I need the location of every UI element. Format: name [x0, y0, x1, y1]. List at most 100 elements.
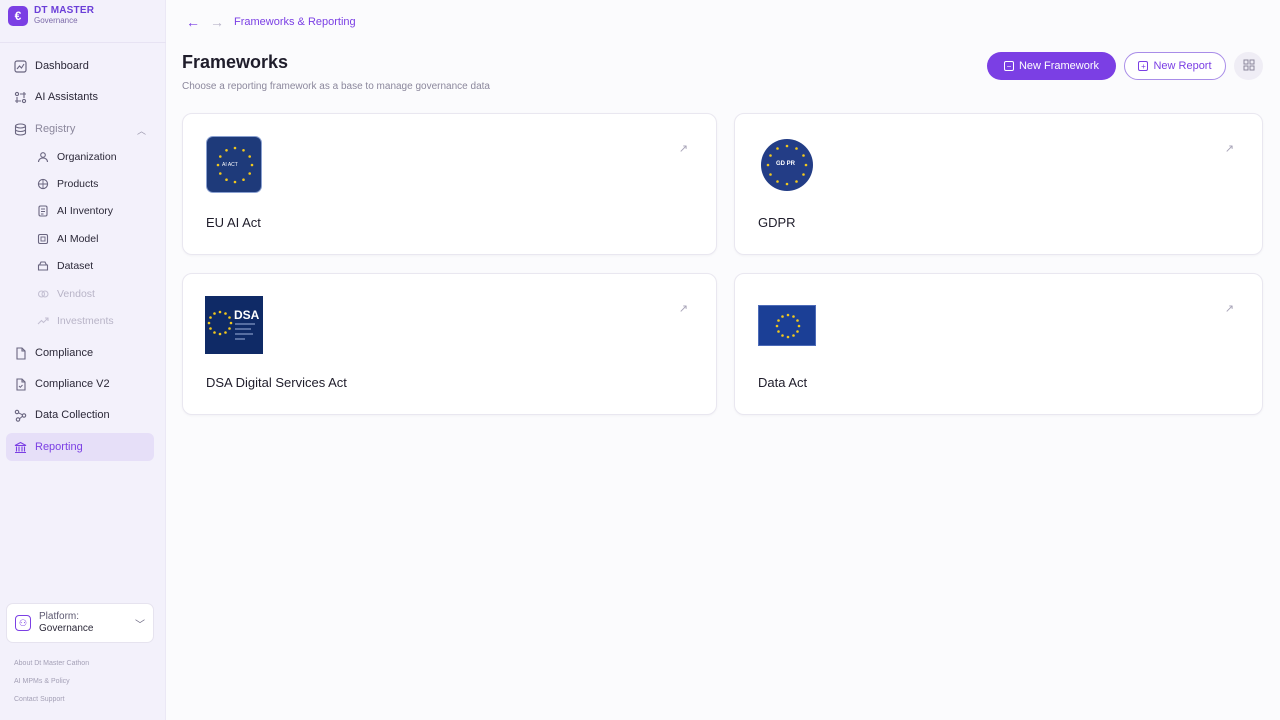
gdpr-logo: GD PR	[761, 139, 813, 191]
trend-icon	[36, 315, 49, 328]
framework-card-dsa[interactable]: DSA ↗ DSA Digital Services Act	[182, 273, 717, 415]
eu-star	[776, 147, 779, 150]
eu-star	[795, 180, 798, 183]
ai-assistants-icon	[14, 91, 27, 104]
eu-star	[225, 149, 228, 152]
back-arrow-icon[interactable]: ←	[186, 14, 200, 30]
eu-star	[776, 180, 779, 183]
sidebar-item-label: Data Collection	[35, 409, 110, 421]
grid-icon	[1243, 59, 1255, 74]
framework-card-eu-ai-act[interactable]: AI ACT ↗ EU AI Act	[182, 113, 717, 255]
box-icon	[36, 178, 49, 191]
eu-ai-act-logo: AI ACT	[206, 136, 262, 193]
brand-divider	[0, 42, 166, 43]
eu-star	[242, 149, 245, 152]
sidebar-item-ai-inventory[interactable]: AI Inventory	[30, 200, 154, 222]
footer-link-about[interactable]: About Dt Master Cathon	[14, 660, 89, 667]
eu-star	[792, 334, 795, 337]
data-act-logo	[758, 305, 816, 346]
chevron-up-icon[interactable]: ︿	[137, 124, 146, 137]
sidebar-item-investments[interactable]: Investments	[30, 310, 154, 332]
new-framework-label: New Framework	[1018, 60, 1100, 72]
eu-star	[219, 155, 222, 158]
sidebar-item-registry[interactable]: Registry ︿	[6, 115, 154, 143]
sidebar-item-vendost[interactable]: Vendost	[30, 283, 154, 305]
eu-star	[248, 172, 251, 175]
database-icon	[14, 122, 27, 136]
footer-link-support[interactable]: Contact Support	[14, 696, 65, 703]
sidebar-item-data-collection[interactable]: Data Collection	[6, 401, 154, 429]
eu-star	[797, 324, 801, 328]
sidebar-item-label: Dataset	[57, 260, 94, 272]
eu-star	[766, 163, 770, 167]
external-link-icon[interactable]: ↗	[1225, 142, 1234, 155]
eu-stars-icon	[775, 313, 801, 339]
forward-arrow-icon[interactable]: →	[210, 14, 224, 30]
eu-star	[802, 154, 805, 157]
brand-logo-icon: €	[8, 6, 28, 26]
eu-star	[796, 330, 799, 333]
eu-star	[785, 144, 789, 148]
sidebar-item-dashboard[interactable]: Dashboard	[6, 52, 154, 80]
grid-view-button[interactable]	[1234, 52, 1263, 80]
dsa-decor-lines	[235, 323, 255, 340]
new-framework-button[interactable]: − New Framework	[987, 52, 1116, 80]
document-icon	[14, 346, 27, 360]
eu-star	[242, 178, 245, 181]
eu-star	[804, 163, 808, 167]
user-icon	[36, 151, 49, 164]
sidebar-item-label: Vendost	[57, 288, 95, 300]
external-link-icon[interactable]: ↗	[679, 302, 688, 315]
breadcrumb-current[interactable]: Frameworks & Reporting	[234, 16, 356, 28]
new-report-label: New Report	[1153, 60, 1212, 72]
platform-switcher[interactable]: ⚇ Platform: Governance ﹀	[6, 603, 154, 643]
page-title: Frameworks	[182, 52, 289, 72]
sidebar-item-label: Dashboard	[35, 60, 89, 72]
sidebar-item-dataset[interactable]: Dataset	[30, 255, 154, 277]
framework-title: Data Act	[758, 375, 808, 390]
eu-star	[802, 173, 805, 176]
sidebar-item-label: Organization	[57, 151, 117, 163]
dataset-icon	[36, 260, 49, 273]
sidebar-item-organization[interactable]: Organization	[30, 146, 154, 168]
eu-star	[769, 173, 772, 176]
eu-star	[792, 315, 795, 318]
sidebar-item-label: Reporting	[35, 441, 83, 453]
framework-card-gdpr[interactable]: GD PR ↗ GDPR	[734, 113, 1263, 255]
dsa-logo: DSA	[205, 296, 263, 354]
framework-card-data-act[interactable]: ↗ Data Act	[734, 273, 1263, 415]
sidebar-item-ai-model[interactable]: AI Model	[30, 228, 154, 250]
eu-star	[781, 334, 784, 337]
plus-square-icon: +	[1138, 61, 1149, 71]
footer-link-policy[interactable]: AI MPMs & Policy	[14, 678, 70, 685]
sidebar-item-ai-assistants[interactable]: AI Assistants	[6, 83, 154, 111]
sidebar-item-compliance-v2[interactable]: Compliance V2	[6, 370, 154, 398]
logo-text: AI ACT	[222, 162, 238, 168]
sidebar-item-label: AI Assistants	[35, 91, 98, 103]
sidebar-item-label: Investments	[57, 315, 114, 327]
dashboard-icon	[14, 59, 27, 73]
eu-star	[248, 155, 251, 158]
brand-name: DT MASTER	[34, 5, 95, 16]
eu-star	[250, 163, 254, 167]
new-report-button[interactable]: + New Report	[1124, 52, 1226, 80]
eu-star	[777, 330, 780, 333]
eu-star	[233, 146, 237, 150]
sidebar-item-label: Compliance V2	[35, 378, 110, 390]
eu-star	[769, 154, 772, 157]
eu-star	[216, 163, 220, 167]
platform-icon: ⚇	[15, 615, 31, 631]
platform-value: Governance	[39, 623, 94, 634]
sidebar-item-reporting[interactable]: Reporting	[6, 433, 154, 461]
brand-subtitle: Governance	[34, 16, 78, 25]
sidebar-item-products[interactable]: Products	[30, 173, 154, 195]
data-collection-icon	[14, 409, 27, 422]
sidebar-item-compliance[interactable]: Compliance	[6, 339, 154, 367]
external-link-icon[interactable]: ↗	[679, 142, 688, 155]
model-icon	[36, 233, 49, 246]
eu-star	[225, 178, 228, 181]
framework-title: DSA Digital Services Act	[206, 375, 347, 390]
external-link-icon[interactable]: ↗	[1225, 302, 1234, 315]
brand[interactable]: € DT MASTER Governance	[8, 6, 94, 26]
eu-star	[785, 182, 789, 186]
